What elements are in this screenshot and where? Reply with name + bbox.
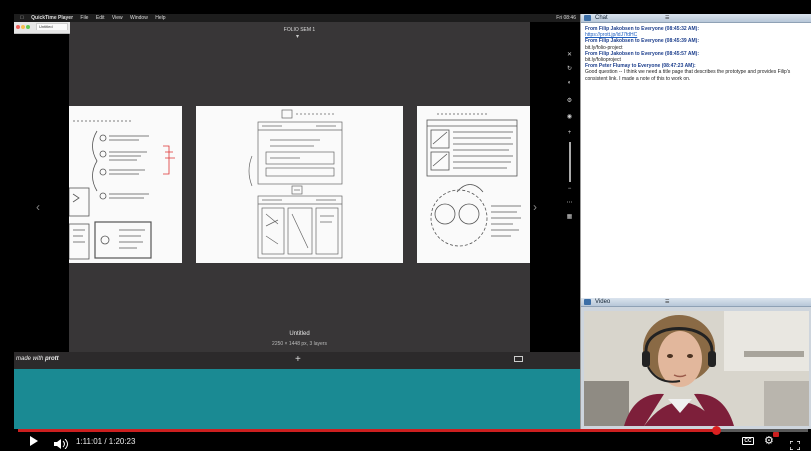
webcam-person-image: [584, 311, 809, 426]
made-with-prefix: made with: [16, 356, 46, 362]
zoom-slider[interactable]: [569, 142, 571, 182]
minimize-window-icon[interactable]: [21, 25, 25, 29]
apple-icon[interactable]: : [20, 14, 24, 22]
contrast-icon[interactable]: ◐: [566, 80, 573, 87]
chat-menu-icon[interactable]: ☰: [665, 14, 669, 23]
refresh-icon[interactable]: ↻: [566, 66, 573, 73]
progress-scrubber[interactable]: [712, 426, 721, 435]
add-screen-button[interactable]: +: [295, 355, 301, 365]
chat-messages: From Filip Jakobsen to Everyone (08:45:3…: [585, 26, 807, 82]
fullscreen-icon[interactable]: [789, 437, 801, 451]
canvas-left-gutter: [14, 34, 69, 369]
chat-panel-header[interactable]: Chat ☰: [581, 14, 811, 23]
webcam-feed: [584, 311, 809, 426]
video-icon: [584, 299, 591, 305]
menu-edit[interactable]: Edit: [96, 14, 105, 22]
video-title: Video: [595, 299, 611, 305]
made-with-watermark: made with prott: [16, 356, 59, 362]
menu-view[interactable]: View: [112, 14, 123, 22]
video-panel: Video ☰: [580, 298, 811, 429]
hd-badge: [773, 432, 779, 437]
menubar-clock: Fri 08:46: [556, 15, 576, 21]
present-icon[interactable]: [514, 356, 523, 362]
video-menu-icon[interactable]: ☰: [665, 298, 669, 307]
chat-message-text: Good question -- I think we need a title…: [585, 69, 791, 82]
menu-file[interactable]: File: [80, 14, 88, 22]
teal-background-band: [14, 369, 580, 429]
sketch-card-left[interactable]: [68, 106, 182, 263]
progress-fill: [18, 429, 716, 432]
sketch-card-right[interactable]: [417, 106, 530, 263]
menu-help[interactable]: Help: [155, 14, 165, 22]
next-screen-icon[interactable]: ›: [533, 200, 537, 214]
sketch-right-drawing: [426, 113, 521, 247]
captions-button[interactable]: CC: [742, 437, 754, 445]
close-window-icon[interactable]: [16, 25, 20, 29]
prototype-title[interactable]: Untitled: [69, 331, 530, 337]
menubar-app-name[interactable]: QuickTime Player: [31, 14, 73, 22]
zoom-in-icon[interactable]: +: [566, 130, 573, 137]
close-icon[interactable]: ✕: [566, 52, 573, 59]
sketch-center-drawing: [248, 109, 343, 259]
time-display: 1:11:01 / 1:20:23: [76, 437, 136, 446]
grid-view-icon[interactable]: ▦: [566, 214, 573, 221]
pin-icon[interactable]: ◉: [566, 114, 573, 121]
menu-window[interactable]: Window: [130, 14, 148, 22]
chevron-down-icon[interactable]: ▾: [296, 33, 299, 40]
play-icon[interactable]: [30, 436, 38, 446]
prototype-meta: 2250 × 1448 px, 3 layers: [272, 341, 327, 347]
board-title[interactable]: FOLIO SEM 1: [69, 27, 530, 33]
volume-icon[interactable]: [54, 436, 68, 450]
chat-icon: [584, 15, 591, 21]
browser-tab[interactable]: Untitled: [36, 23, 68, 30]
chat-title: Chat: [595, 15, 608, 21]
video-panel-header[interactable]: Video ☰: [581, 298, 811, 307]
zoom-window-icon[interactable]: [26, 25, 30, 29]
sketch-left-drawing: [68, 120, 175, 260]
zoom-out-icon[interactable]: −: [566, 186, 573, 193]
previous-screen-icon[interactable]: ‹: [36, 200, 40, 214]
made-with-brand: prott: [45, 356, 59, 362]
chat-panel: Chat ☰ From Filip Jakobsen to Everyone (…: [580, 14, 811, 298]
settings-icon[interactable]: ⚙: [566, 98, 573, 105]
more-icon[interactable]: ⋯: [566, 200, 573, 207]
sketch-card-center[interactable]: [196, 106, 403, 263]
canvas-toolbar: ✕ ↻ ◐ ⚙ ◉ + − ⋯ ▦: [566, 50, 574, 230]
mac-menubar:  QuickTime Player File Edit View Window…: [14, 14, 580, 22]
browser-toolbar: Untitled: [14, 22, 70, 34]
